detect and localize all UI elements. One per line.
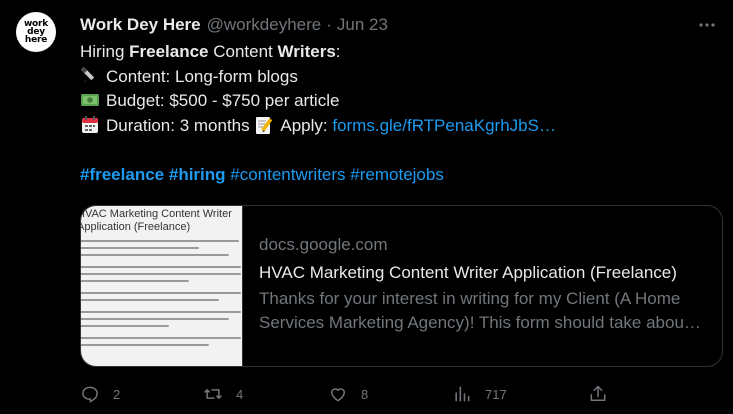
share-button[interactable] xyxy=(588,384,608,404)
more-icon[interactable] xyxy=(697,15,717,35)
repost-button[interactable]: 4 xyxy=(203,384,243,404)
share-icon xyxy=(590,385,606,401)
separator-dot: · xyxy=(326,15,332,34)
text-duration: Duration: 3 months xyxy=(106,115,255,135)
text-hiring: Hiring xyxy=(80,42,130,61)
money-icon xyxy=(81,94,99,106)
like-icon xyxy=(331,388,345,402)
reply-icon xyxy=(82,386,98,404)
views-icon xyxy=(455,386,470,402)
hashtag-freelance[interactable]: #freelance xyxy=(80,165,164,184)
card-meta: docs.google.com HVAC Marketing Content W… xyxy=(243,206,722,366)
thumb-title: HVAC Marketing Content Writer Applicatio… xyxy=(81,208,232,233)
tweet-line-1: Hiring Freelance Content Writers: xyxy=(80,40,710,65)
link-preview-card[interactable]: HVAC Marketing Content Writer Applicatio… xyxy=(80,205,723,367)
like-count: 8 xyxy=(361,386,369,402)
text-content: Content xyxy=(208,42,278,61)
like-button[interactable]: 8 xyxy=(328,384,368,404)
text-apply: Apply: xyxy=(280,115,333,135)
text-freelance: Freelance xyxy=(129,42,209,61)
views-button[interactable]: 717 xyxy=(452,384,507,404)
reply-count: 2 xyxy=(113,386,121,402)
card-thumbnail: HVAC Marketing Content Writer Applicatio… xyxy=(81,206,243,366)
pen-icon xyxy=(80,66,94,83)
handle[interactable]: @workdeyhere xyxy=(207,15,322,35)
tweet-line-hashtags: #freelance #hiring #contentwriters #remo… xyxy=(80,163,710,188)
tweet-line-3: Budget: $500 - $750 per article xyxy=(80,89,710,114)
card-domain: docs.google.com xyxy=(259,235,388,254)
memo-icon xyxy=(256,116,273,134)
hashtag-contentwriters[interactable]: #contentwriters xyxy=(230,165,345,184)
card-description: Thanks for your interest in writing for … xyxy=(259,289,703,332)
repost-count: 4 xyxy=(236,386,244,402)
avatar-text-3: here xyxy=(24,35,48,45)
calendar-icon xyxy=(82,115,98,133)
tweet-line-2: Content: Long-form blogs xyxy=(80,65,710,90)
text-colon: : xyxy=(335,42,341,61)
thumb-text-lines xyxy=(81,240,241,351)
avatar[interactable]: work dey here xyxy=(16,12,56,52)
text-content-type: Content: Long-form blogs xyxy=(106,66,298,86)
tweet-date[interactable]: Jun 23 xyxy=(337,15,388,35)
reply-button[interactable]: 2 xyxy=(80,384,120,404)
tweet-header: Work Dey Here @workdeyhere · Jun 23 xyxy=(80,13,717,37)
repost-icon xyxy=(204,389,222,399)
text-budget: Budget: $500 - $750 per article xyxy=(106,91,340,110)
hashtag-remotejobs[interactable]: #remotejobs xyxy=(350,165,444,184)
action-bar: 2 4 8 717 xyxy=(80,384,720,408)
display-name[interactable]: Work Dey Here xyxy=(80,15,201,35)
tweet-text: Hiring Freelance Content Writers: Conten… xyxy=(80,40,710,187)
text-writers: Writers xyxy=(277,42,336,61)
hashtag-hiring[interactable]: #hiring xyxy=(169,165,226,184)
tweet-line-4: Duration: 3 months Apply: forms.gle/fRTP… xyxy=(80,114,710,139)
apply-link[interactable]: forms.gle/fRTPenaKgrhJbS… xyxy=(332,116,556,135)
card-title: HVAC Marketing Content Writer Applicatio… xyxy=(259,263,677,282)
views-count: 717 xyxy=(485,386,507,402)
